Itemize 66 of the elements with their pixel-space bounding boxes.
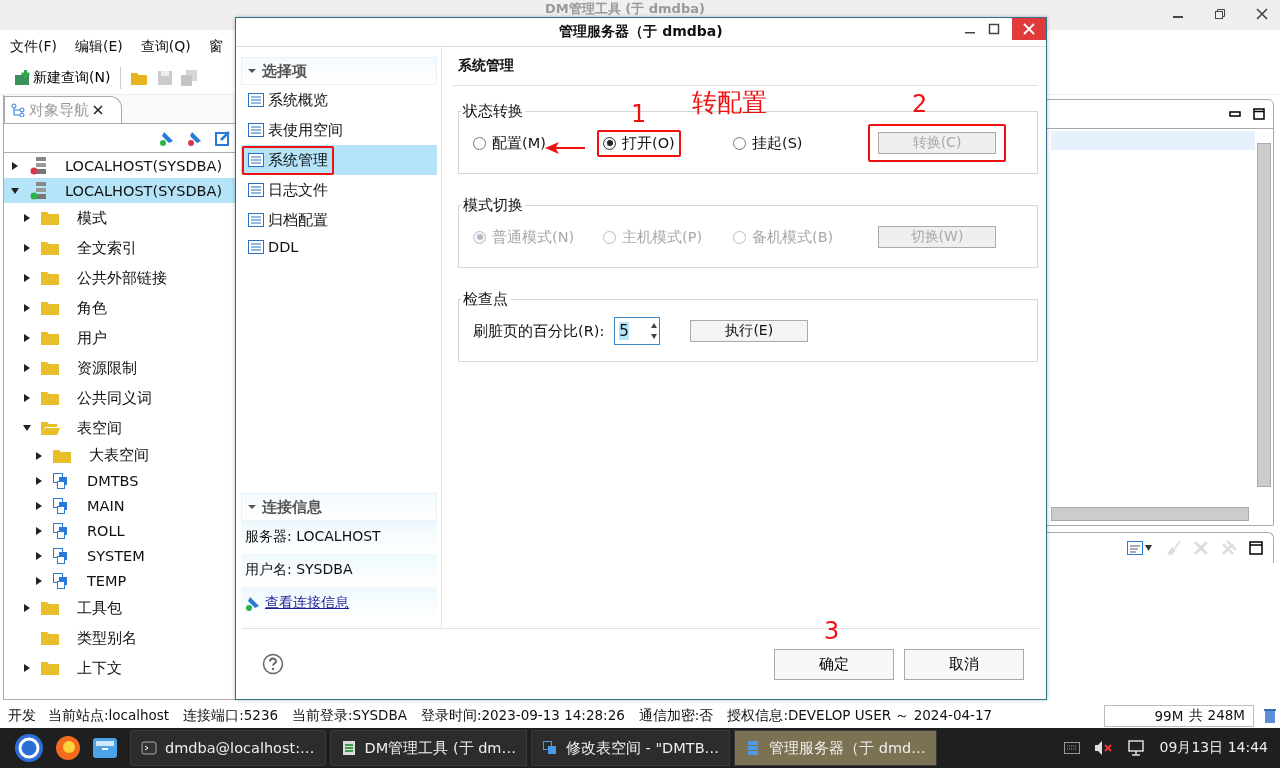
tree-item[interactable]: 公共外部链接 — [4, 263, 237, 293]
tree-item[interactable]: LOCALHOST(SYSDBA) — [4, 178, 237, 203]
status-text: 授权信息:DEVELOP USER ～ 2024-04-17 — [727, 707, 993, 725]
new-query-button[interactable]: 新建查询(N) — [14, 69, 111, 87]
group-title: 模式切换 — [462, 196, 524, 215]
menu-item[interactable]: 编辑(E) — [69, 38, 129, 56]
clock[interactable]: 09月13日 14:44 — [1159, 739, 1268, 757]
action-button[interactable]: 执行(E) — [690, 320, 809, 342]
tree-item[interactable]: DMTBS — [4, 468, 237, 493]
taskbar-item[interactable]: DM管理工具 (于 dm… — [329, 730, 527, 766]
section-header[interactable]: 连接信息 — [241, 493, 437, 521]
tree-item[interactable]: 上下文 — [4, 653, 237, 683]
connection-info-text: 服务器: LOCALHOST — [245, 528, 381, 546]
group-title: 状态转换 — [462, 102, 524, 121]
status-text: 通信加密:否 — [638, 707, 714, 725]
tree-item[interactable]: 模式 — [4, 203, 237, 233]
nav-item-label: 系统管理 — [268, 150, 328, 170]
tree-item[interactable]: 公共同义词 — [4, 383, 237, 413]
menu-item[interactable]: 查询(Q) — [134, 38, 197, 56]
tree-item[interactable]: TEMP — [4, 568, 237, 593]
taskbar-item[interactable]: dmdba@localhost:… — [130, 730, 326, 766]
annotation-number: 3 — [824, 618, 840, 643]
taskbar-item[interactable]: 管理服务器（于 dmd… — [734, 730, 937, 766]
tree-item[interactable]: SYSTEM — [4, 543, 237, 568]
field-label: 刷脏页的百分比(R): — [473, 321, 605, 341]
group-title: 检查点 — [462, 290, 509, 309]
tree-item[interactable]: MAIN — [4, 493, 237, 518]
tree-item[interactable]: 类型别名 — [4, 623, 237, 653]
dialog-title: 管理服务器（于 dmdba) — [559, 23, 723, 41]
nav-item[interactable]: 归档配置 — [241, 205, 437, 235]
nav-item[interactable]: 日志文件 — [241, 175, 437, 205]
tree-item[interactable]: 工具包 — [4, 593, 237, 623]
radio-option[interactable]: 配置(M) — [473, 133, 546, 153]
tree-item[interactable]: LOCALHOST(SYSDBA) — [4, 153, 237, 178]
memory-meter: 99M 共 248M — [1104, 705, 1254, 727]
tree-item[interactable]: 资源限制 — [4, 353, 237, 383]
section-header[interactable]: 选择项 — [241, 57, 437, 85]
annotation-number: 2 — [912, 92, 928, 116]
nav-item[interactable]: 系统概览 — [241, 85, 437, 115]
menu-item[interactable]: 文件(F) — [4, 38, 63, 56]
taskbar-item[interactable]: 修改表空间 - "DMTB… — [531, 730, 731, 766]
annotation-number: 1 — [631, 101, 647, 126]
status-text: 当前登录:SYSDBA — [292, 707, 407, 725]
dialog-button[interactable]: 取消 — [904, 648, 1024, 680]
radio-option[interactable]: 挂起(S) — [733, 133, 803, 153]
nav-item[interactable]: DDL — [241, 235, 437, 259]
tree-item[interactable]: 角色 — [4, 293, 237, 323]
tree-item[interactable]: ROLL — [4, 518, 237, 543]
status-text: 登录时间:2023-09-13 14:28:26 — [420, 707, 625, 725]
status-text: 连接端口:5236 — [183, 707, 279, 725]
nav-item[interactable]: 系统管理 — [241, 145, 437, 175]
window-title: DM管理工具 (于 dmdba) — [545, 1, 705, 16]
tree-item[interactable]: 大表空间 — [4, 443, 237, 468]
nav-item[interactable]: 表使用空间 — [241, 115, 437, 145]
menu-item[interactable]: 窗 — [202, 38, 229, 56]
dialog-button[interactable]: 确定 — [774, 648, 894, 680]
page-title: 系统管理 — [458, 57, 514, 73]
tree-item[interactable]: 全文索引 — [4, 233, 237, 263]
spinner-field[interactable]: 5 — [614, 317, 661, 345]
radio-option[interactable]: 打开(O) — [603, 133, 675, 153]
tree-item[interactable]: 用户 — [4, 323, 237, 353]
tree-item[interactable]: 表空间 — [4, 413, 237, 443]
connection-info-text: 用户名: SYSDBA — [245, 561, 353, 579]
status-text: 当前站点:localhost — [48, 707, 170, 725]
status-text: 开发 — [8, 707, 36, 725]
annotation-text: 转配置 — [692, 89, 767, 115]
